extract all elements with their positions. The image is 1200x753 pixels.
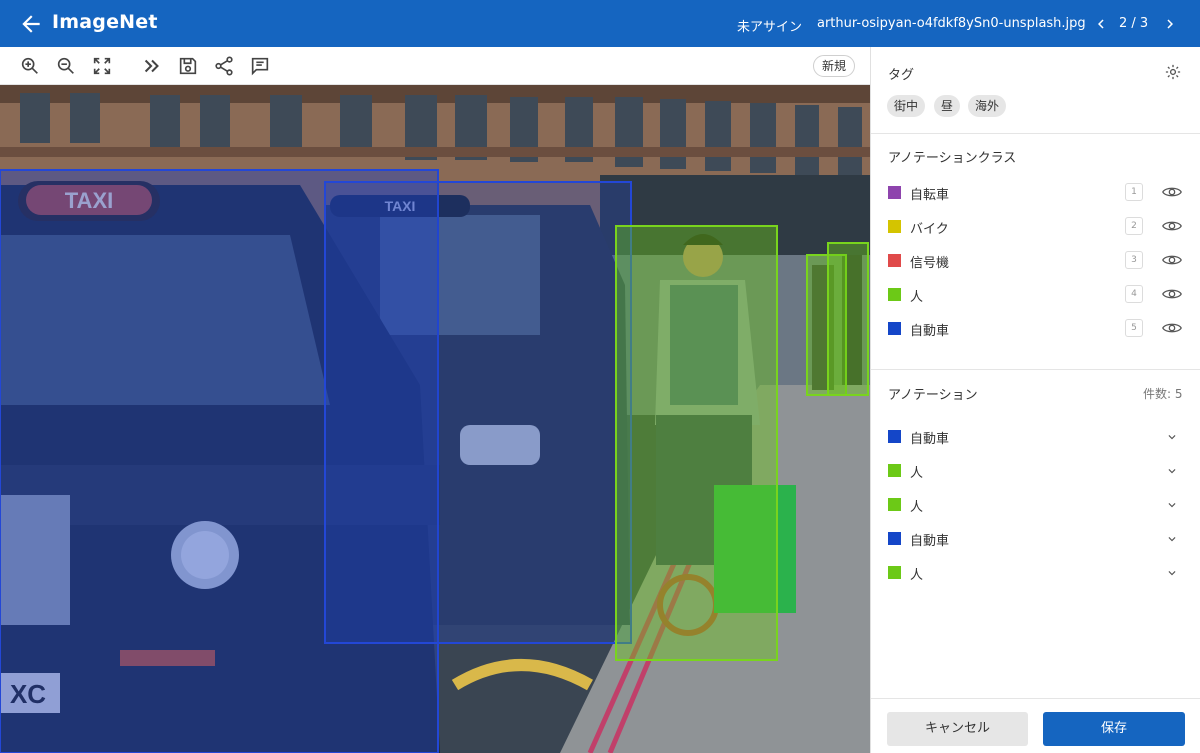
top-bar: ImageNet 未アサイン arthur-osipyan-o4fdkf8ySn… — [0, 0, 1200, 47]
annotation-label: 人 — [910, 568, 924, 583]
class-row-bicycle[interactable]: 自転車 1 — [871, 176, 1200, 210]
class-label: バイク — [910, 222, 949, 237]
save-button[interactable]: 保存 — [1043, 712, 1185, 746]
annotation-item[interactable]: 自動車 — [871, 522, 1200, 556]
class-row-motorbike[interactable]: バイク 2 — [871, 210, 1200, 244]
class-color-swatch — [888, 322, 901, 335]
zoom-out-icon[interactable] — [55, 55, 77, 77]
class-color-swatch — [888, 186, 901, 199]
annotation-item[interactable]: 自動車 — [871, 420, 1200, 454]
side-panel: タグ 街中 昼 海外 アノテーションクラス 自転車 1 バイク 2 信号機 3 … — [870, 47, 1200, 753]
canvas-toolbar — [0, 47, 870, 85]
tags-title: タグ — [888, 68, 915, 83]
divider — [871, 369, 1200, 370]
chevron-down-icon[interactable] — [1165, 532, 1179, 546]
annotation-color-swatch — [888, 464, 901, 477]
chevron-down-icon[interactable] — [1165, 464, 1179, 478]
chevron-right-icon[interactable] — [1161, 14, 1179, 34]
class-label: 人 — [910, 290, 924, 305]
save-icon[interactable] — [177, 55, 199, 77]
new-button[interactable]: 新規 — [813, 55, 855, 77]
shortcut-key: 4 — [1125, 285, 1143, 303]
class-label: 自動車 — [910, 324, 950, 339]
chevron-down-icon[interactable] — [1165, 566, 1179, 580]
cancel-button[interactable]: キャンセル — [887, 712, 1028, 746]
classes-title: アノテーションクラス — [888, 151, 1017, 166]
share-icon[interactable] — [213, 55, 235, 77]
class-row-person[interactable]: 人 4 — [871, 278, 1200, 312]
shortcut-key: 5 — [1125, 319, 1143, 337]
eye-icon[interactable] — [1162, 286, 1182, 302]
divider — [871, 133, 1200, 134]
back-arrow-icon[interactable] — [18, 11, 44, 37]
street-photo: TAXI XC TAXI — [0, 85, 870, 753]
panel-footer: キャンセル 保存 — [871, 698, 1200, 753]
chevron-left-icon[interactable] — [1092, 14, 1110, 34]
annotation-color-swatch — [888, 498, 901, 511]
annotation-color-swatch — [888, 430, 901, 443]
annotation-label: 人 — [910, 500, 924, 515]
annotation-item[interactable]: 人 — [871, 454, 1200, 488]
eye-icon[interactable] — [1162, 184, 1182, 200]
forward-icon[interactable] — [141, 55, 163, 77]
tag-chip[interactable]: 昼 — [934, 95, 961, 117]
zoom-in-icon[interactable] — [19, 55, 41, 77]
eye-icon[interactable] — [1162, 218, 1182, 234]
annotation-count: 件数: 5 — [1143, 387, 1183, 401]
annotation-label: 人 — [910, 466, 924, 481]
comment-icon[interactable] — [249, 55, 271, 77]
file-name: arthur-osipyan-o4fdkf8ySn0-unsplash.jpg — [817, 16, 1086, 31]
class-label: 信号機 — [910, 256, 950, 271]
class-color-swatch — [888, 220, 901, 233]
tag-chip[interactable]: 街中 — [887, 95, 926, 117]
chevron-down-icon[interactable] — [1165, 430, 1179, 444]
tag-chip[interactable]: 海外 — [968, 95, 1007, 117]
annotation-color-swatch — [888, 566, 901, 579]
annotation-item[interactable]: 人 — [871, 556, 1200, 590]
bbox-car-2[interactable] — [324, 181, 632, 644]
annotation-item[interactable]: 人 — [871, 488, 1200, 522]
shortcut-key: 2 — [1125, 217, 1143, 235]
class-row-car[interactable]: 自動車 5 — [871, 312, 1200, 346]
page-indicator: 2 / 3 — [1119, 16, 1149, 31]
bbox-person-1[interactable] — [615, 225, 778, 661]
eye-icon[interactable] — [1162, 252, 1182, 268]
shortcut-key: 3 — [1125, 251, 1143, 269]
gear-icon[interactable] — [1164, 63, 1182, 81]
class-row-traffic-light[interactable]: 信号機 3 — [871, 244, 1200, 278]
app-title: ImageNet — [52, 11, 158, 33]
chevron-down-icon[interactable] — [1165, 498, 1179, 512]
annotation-color-swatch — [888, 532, 901, 545]
class-color-swatch — [888, 288, 901, 301]
assign-status: 未アサイン — [737, 20, 803, 35]
annotation-label: 自動車 — [910, 534, 950, 549]
bbox-person-3[interactable] — [827, 242, 869, 396]
image-canvas[interactable]: TAXI XC TAXI — [0, 85, 870, 753]
annotations-title: アノテーション — [888, 388, 978, 403]
fit-screen-icon[interactable] — [91, 55, 113, 77]
shortcut-key: 1 — [1125, 183, 1143, 201]
class-color-swatch — [888, 254, 901, 267]
annotation-label: 自動車 — [910, 432, 950, 447]
class-label: 自転車 — [910, 188, 950, 203]
eye-icon[interactable] — [1162, 320, 1182, 336]
